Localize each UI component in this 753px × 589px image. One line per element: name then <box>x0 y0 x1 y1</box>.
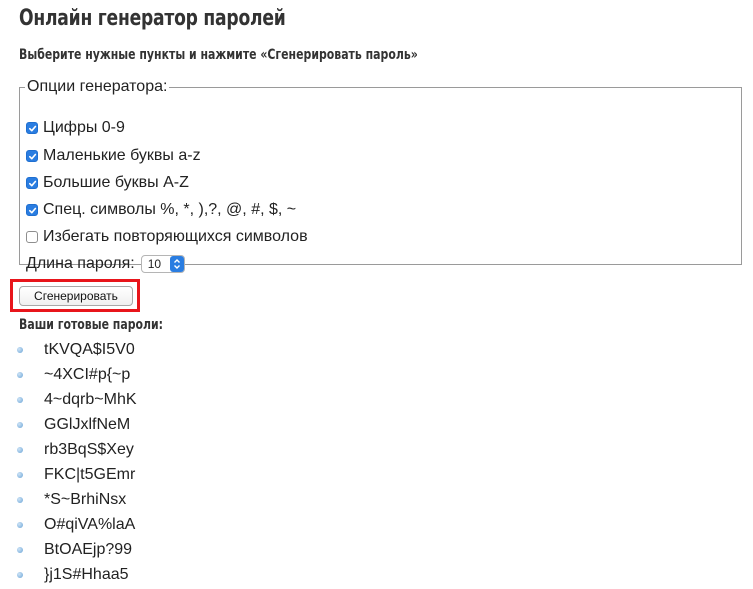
bullet-icon <box>17 521 23 528</box>
bullet-icon <box>17 571 23 578</box>
check-icon <box>28 153 36 159</box>
password-text: GGlJxlfNeM <box>44 415 131 433</box>
check-icon <box>28 207 36 213</box>
option-digits[interactable]: Цифры 0-9 <box>26 118 125 138</box>
avoid-repeats-label: Избегать повторяющихся символов <box>43 228 308 245</box>
lowercase-checkbox[interactable] <box>26 150 38 162</box>
password-length-select[interactable]: 10 <box>140 255 185 273</box>
generator-options-fieldset: Опции генератора: Цифры 0-9 Маленькие бу… <box>19 78 742 273</box>
avoid-repeats-checkbox[interactable] <box>26 231 38 243</box>
bullet-icon <box>17 371 23 378</box>
bullet-icon <box>17 546 23 553</box>
bullet-icon <box>17 396 23 403</box>
password-text: *S~BrhiNsx <box>44 490 127 508</box>
bullet-icon <box>17 346 23 353</box>
results-title: Ваши готовые пароли: <box>19 317 164 333</box>
password-text: tKVQA$I5V0 <box>44 340 135 358</box>
password-text: rb3BqS$Xey <box>44 440 134 458</box>
lowercase-label: Маленькие буквы a-z <box>43 147 201 164</box>
password-text: 4~dqrb~MhK <box>44 390 137 408</box>
bullet-icon <box>17 421 23 428</box>
uppercase-label: Большие буквы A-Z <box>43 174 189 191</box>
password-length-label: Длина пароля: <box>26 255 135 272</box>
password-text: O#qiVA%laA <box>44 515 136 533</box>
option-uppercase[interactable]: Большие буквы A-Z <box>26 173 189 193</box>
page-title: Онлайн генератор паролей <box>19 6 286 31</box>
check-icon <box>28 125 36 131</box>
option-avoid-repeats[interactable]: Избегать повторяющихся символов <box>26 227 308 247</box>
password-text: FKC|t5GEmr <box>44 465 136 483</box>
option-special-symbols[interactable]: Спец. символы %, *, ),?, @, #, $, ~ <box>26 200 296 220</box>
options-legend: Опции генератора: <box>27 78 168 95</box>
password-text: ~4XCI#p{~p <box>44 365 131 383</box>
instruction-text: Выберите нужные пункты и нажмите «Сгенер… <box>19 47 418 63</box>
option-lowercase[interactable]: Маленькие буквы a-z <box>26 146 201 166</box>
generate-button[interactable]: Сгенерировать <box>19 286 133 306</box>
bullet-icon <box>17 446 23 453</box>
special-symbols-label: Спец. символы %, *, ),?, @, #, $, ~ <box>43 201 297 218</box>
password-text: }j1S#Hhaa5 <box>44 565 129 583</box>
password-length-row: Длина пароля: 10 <box>26 254 185 274</box>
bullet-icon <box>17 471 23 478</box>
digits-checkbox[interactable] <box>26 122 38 134</box>
select-arrows-icon <box>169 256 184 272</box>
bullet-icon <box>17 496 23 503</box>
check-icon <box>28 180 36 186</box>
digits-label: Цифры 0-9 <box>43 119 125 136</box>
uppercase-checkbox[interactable] <box>26 177 38 189</box>
password-text: BtOAEjp?99 <box>44 540 133 558</box>
password-length-value: 10 <box>147 257 162 271</box>
special-symbols-checkbox[interactable] <box>26 204 38 216</box>
